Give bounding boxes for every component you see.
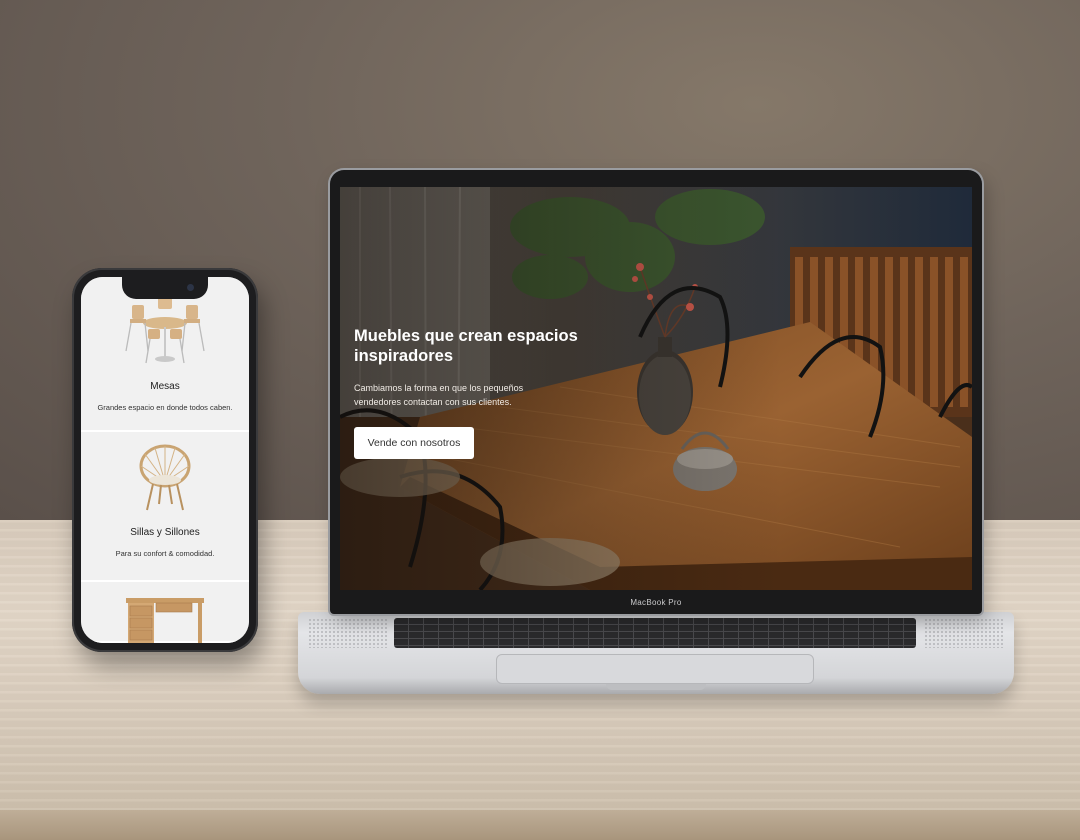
phone-notch xyxy=(122,277,208,299)
hero-title: Muebles que crean espacios inspiradores xyxy=(354,327,578,365)
trackpad xyxy=(496,654,814,684)
desk-image xyxy=(126,598,204,643)
phone-screen: Mesas Grandes espacio en donde todos cab… xyxy=(81,277,249,643)
front-camera-icon xyxy=(187,284,194,291)
category-card-mesas[interactable]: Mesas Grandes espacio en donde todos cab… xyxy=(81,277,249,432)
laptop-base xyxy=(298,612,1014,694)
hero-subtitle: Cambiamos la forma en que los pequeños v… xyxy=(354,383,524,407)
lid-notch xyxy=(606,684,706,690)
laptop-brand-label: MacBook Pro xyxy=(630,598,682,607)
category-description: Para su confort & comodidad. xyxy=(115,549,215,558)
desk-edge xyxy=(0,810,1080,840)
keyboard xyxy=(394,618,916,648)
sell-with-us-button[interactable]: Vende con nosotros xyxy=(354,427,474,459)
speaker-grille xyxy=(924,618,1004,648)
dining-table-image xyxy=(125,297,205,364)
phone-mockup: Mesas Grandes espacio en donde todos cab… xyxy=(72,268,258,652)
armchair-image xyxy=(139,444,191,511)
laptop-lid: Muebles que crean espacios inspiradores … xyxy=(330,170,982,614)
speaker-grille xyxy=(308,618,388,648)
category-name: Sillas y Sillones xyxy=(130,527,200,538)
category-card-escritorios[interactable] xyxy=(81,582,249,643)
laptop-screen: Muebles que crean espacios inspiradores … xyxy=(340,187,972,590)
category-card-sillas[interactable]: Sillas y Sillones Para su confort & como… xyxy=(81,432,249,582)
category-description: Grandes espacio en donde todos caben. xyxy=(97,403,233,412)
category-name: Mesas xyxy=(150,381,180,392)
